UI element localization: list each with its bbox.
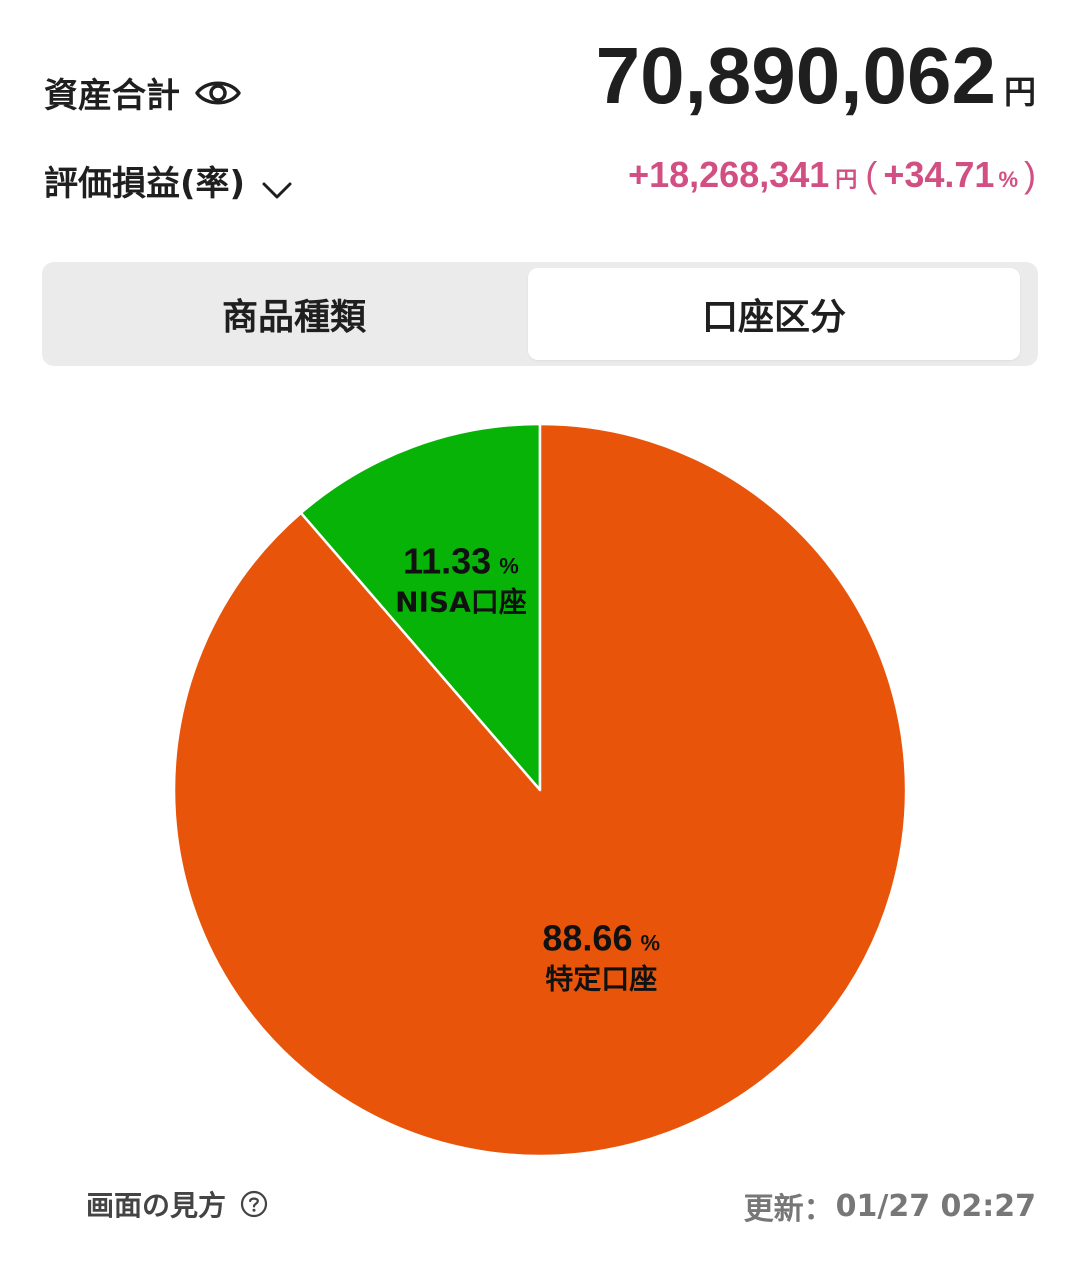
total-assets-amount: 70,890,062 xyxy=(595,31,996,120)
allocation-pie-chart: 11.33% NISA口座 88.66% 特定口座 xyxy=(0,400,1080,1180)
help-link[interactable]: 画面の見方 xyxy=(86,1184,268,1224)
chevron-down-icon[interactable] xyxy=(261,170,293,198)
total-assets-label: 資産合計 xyxy=(44,76,180,116)
profit-loss-rate: +34.71 xyxy=(883,154,995,195)
breakdown-tabs: 商品種類 口座区分 xyxy=(42,262,1038,366)
pie-category-label-1: 特定口座 xyxy=(545,963,657,996)
question-circle-icon xyxy=(240,1190,268,1218)
profit-loss-value: +18,268,341 円 ( +34.71 % ) xyxy=(628,154,1036,196)
pie-slice-1[interactable] xyxy=(172,422,908,1158)
help-link-label: 画面の見方 xyxy=(86,1189,227,1222)
total-assets-row: 資産合計 70,890,062 円 xyxy=(44,30,1036,140)
profit-loss-row: 評価損益(率) +18,268,341 円 ( +34.71 % ) xyxy=(44,150,1036,210)
last-updated: 更新： 01/27 02:27 xyxy=(744,1184,1036,1228)
tab-account-type[interactable]: 口座区分 xyxy=(528,268,1020,360)
last-updated-label: 更新： xyxy=(743,1192,834,1227)
last-updated-time: 01/27 02:27 xyxy=(835,1188,1036,1224)
total-assets-value: 70,890,062 円 xyxy=(596,30,1036,122)
total-assets-unit: 円 xyxy=(1003,73,1036,111)
profit-loss-selector[interactable]: 評価損益(率) xyxy=(44,156,293,205)
profit-loss-amount: +18,268,341 xyxy=(628,154,830,195)
pie-chart-svg: 11.33 %NISA口座88.66 %特定口座 xyxy=(172,422,908,1158)
eye-icon[interactable] xyxy=(194,77,242,109)
profit-loss-paren-close: ) xyxy=(1024,154,1036,195)
profit-loss-unit: 円 xyxy=(835,167,858,192)
total-assets-label-group: 資産合計 xyxy=(44,68,242,117)
portfolio-screen: 資産合計 70,890,062 円 評価損益(率) +18,268,341 円 … xyxy=(0,0,1080,1280)
profit-loss-rate-unit: % xyxy=(998,167,1018,192)
tab-product-type[interactable]: 商品種類 xyxy=(48,268,540,360)
profit-loss-label: 評価損益(率) xyxy=(44,164,246,204)
pie-category-label-0: NISA口座 xyxy=(395,585,527,618)
profit-loss-paren-open: ( xyxy=(865,154,878,195)
